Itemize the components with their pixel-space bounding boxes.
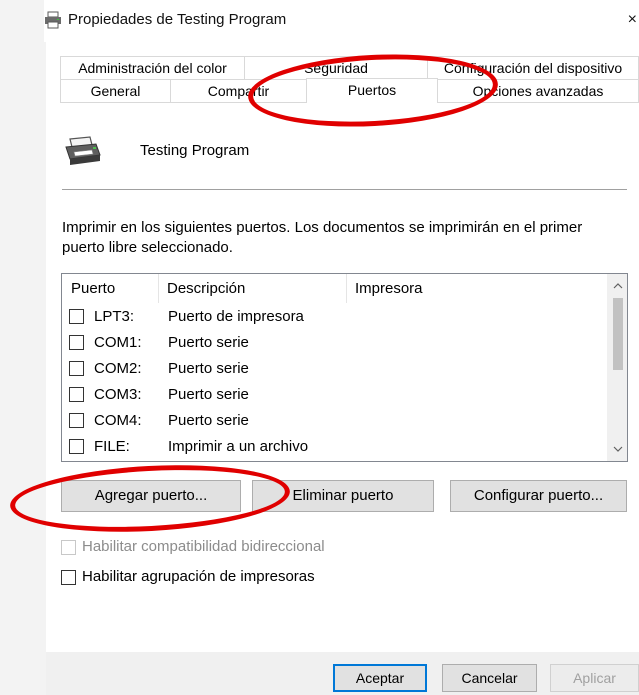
column-header-impresora[interactable]: Impresora [347, 274, 607, 303]
separator [62, 189, 627, 190]
column-header-puerto[interactable]: Puerto [62, 274, 159, 303]
port-description: Puerto serie [168, 412, 249, 429]
port-description: Puerto serie [168, 334, 249, 351]
pooling-label[interactable]: Habilitar agrupación de impresoras [82, 567, 315, 587]
screenshot-page: Propiedades de Testing Program × Adminis… [0, 0, 639, 695]
bidirectional-option: Habilitar compatibilidad bidireccional [61, 537, 325, 557]
scroll-thumb[interactable] [613, 298, 623, 370]
table-row[interactable]: COM2: Puerto serie [62, 356, 607, 382]
title-bar: Propiedades de Testing Program × [44, 0, 639, 42]
configure-port-button[interactable]: Configurar puerto... [450, 480, 627, 512]
port-name: FILE: [94, 438, 130, 455]
close-icon[interactable]: × [628, 10, 637, 30]
ports-list[interactable]: Puerto Descripción Impresora LPT3: Puert… [61, 273, 628, 462]
port-checkbox[interactable] [69, 335, 84, 350]
tabs-row-bottom: General Compartir Puertos Opciones avanz… [60, 78, 639, 103]
table-row[interactable]: FILE: Imprimir a un archivo [62, 434, 607, 460]
pooling-option[interactable]: Habilitar agrupación de impresoras [61, 567, 315, 587]
window-title: Propiedades de Testing Program [68, 11, 287, 28]
table-row[interactable]: LPT3: Puerto de impresora [62, 304, 607, 330]
tab-configuracion-dispositivo[interactable]: Configuración del dispositivo [427, 56, 639, 79]
column-header-descripcion[interactable]: Descripción [159, 274, 347, 303]
tab-compartir[interactable]: Compartir [170, 79, 307, 102]
port-name: COM4: [94, 412, 142, 429]
add-port-button[interactable]: Agregar puerto... [61, 480, 241, 512]
table-row[interactable]: COM1: Puerto serie [62, 330, 607, 356]
port-description: Puerto de impresora [168, 308, 304, 325]
port-name: COM1: [94, 334, 142, 351]
port-checkbox[interactable] [69, 361, 84, 376]
delete-port-button[interactable]: Eliminar puerto [252, 480, 434, 512]
port-checkbox[interactable] [69, 309, 84, 324]
port-description: Puerto serie [168, 386, 249, 403]
tab-opciones-avanzadas[interactable]: Opciones avanzadas [437, 79, 639, 102]
ports-list-scrollbar[interactable] [607, 274, 627, 461]
port-name: COM3: [94, 386, 142, 403]
ports-list-header: Puerto Descripción Impresora [62, 274, 607, 303]
chevron-down-icon[interactable] [608, 439, 627, 459]
port-checkbox[interactable] [69, 413, 84, 428]
pooling-checkbox[interactable] [61, 569, 76, 585]
tab-general[interactable]: General [60, 79, 171, 102]
table-row[interactable]: COM4: Puerto serie [62, 408, 607, 434]
printer-name: Testing Program [140, 142, 250, 159]
port-name: LPT3: [94, 308, 135, 325]
port-name: COM2: [94, 360, 142, 377]
bidirectional-checkbox [61, 539, 76, 555]
tab-puertos[interactable]: Puertos [306, 78, 438, 103]
table-row[interactable]: COM3: Puerto serie [62, 382, 607, 408]
tab-administracion-color[interactable]: Administración del color [60, 56, 245, 79]
port-description: Puerto serie [168, 360, 249, 377]
port-description: Imprimir a un archivo [168, 438, 309, 455]
printer-icon [45, 11, 61, 29]
cancel-button[interactable]: Cancelar [442, 664, 537, 692]
port-checkbox[interactable] [69, 439, 84, 454]
tab-seguridad[interactable]: Seguridad [244, 56, 428, 79]
ports-list-rows: LPT3: Puerto de impresora COM1: Puerto s… [62, 304, 607, 460]
ok-button[interactable]: Aceptar [333, 664, 427, 692]
ports-description: Imprimir en los siguientes puertos. Los … [62, 219, 583, 256]
bidirectional-label: Habilitar compatibilidad bidireccional [82, 538, 325, 555]
printer-icon [65, 136, 101, 165]
chevron-up-icon[interactable] [608, 276, 627, 296]
port-checkbox[interactable] [69, 387, 84, 402]
tabs-row-top: Administración del color Seguridad Confi… [60, 56, 639, 79]
apply-button: Aplicar [550, 664, 639, 692]
